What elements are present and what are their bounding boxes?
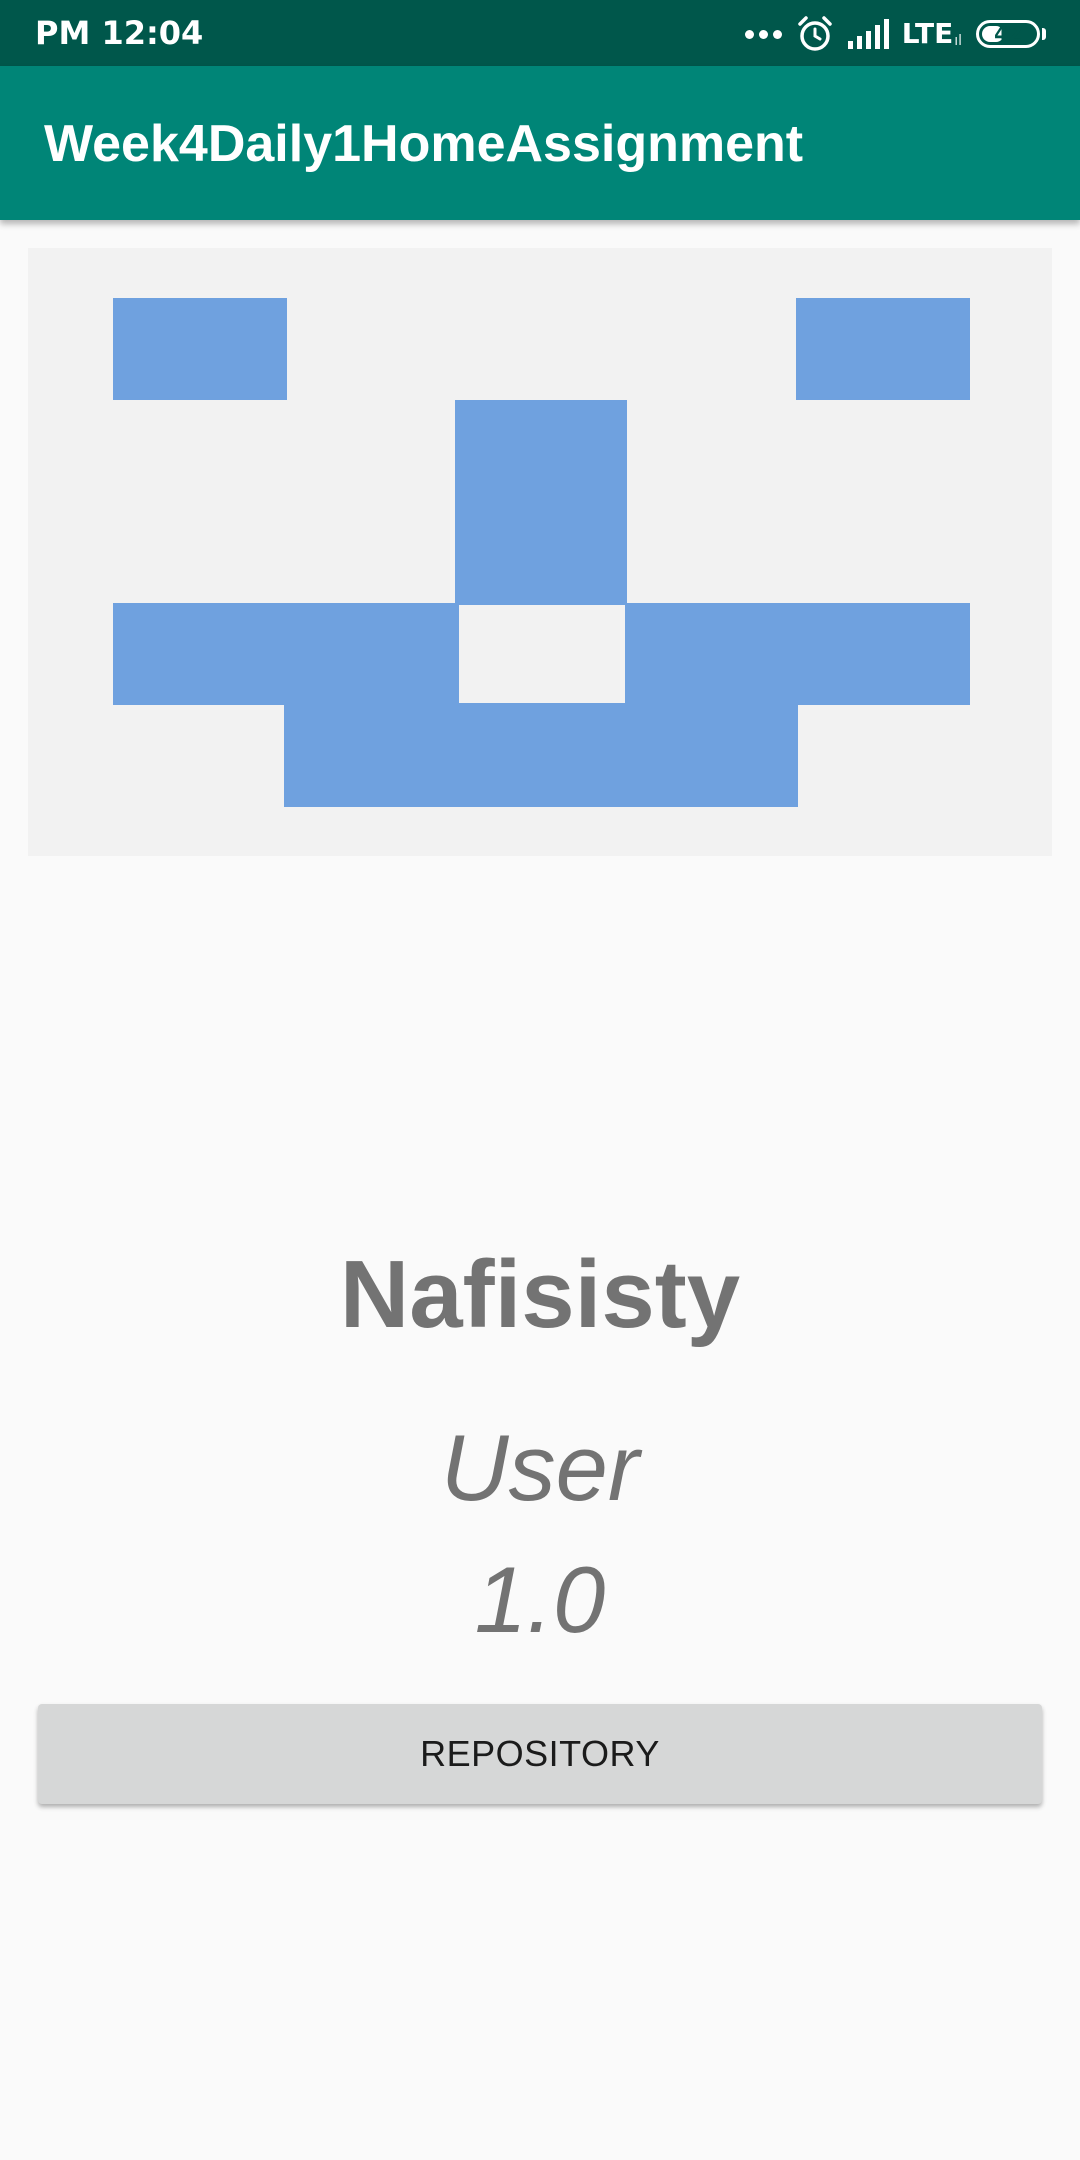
- network-activity: ıl: [954, 33, 962, 49]
- app-title: Week4Daily1HomeAssignment: [44, 115, 804, 173]
- status-time: PM 12:04: [35, 14, 204, 52]
- app-bar: Week4Daily1HomeAssignment: [0, 66, 1080, 220]
- identicon-block: [455, 400, 627, 604]
- battery-icon: 42: [976, 20, 1040, 48]
- repository-button[interactable]: REPOSITORY: [38, 1704, 1042, 1804]
- user-score: 1.0: [474, 1547, 606, 1652]
- user-type: User: [440, 1415, 640, 1520]
- signal-icon: [847, 19, 889, 49]
- identicon-block: [113, 298, 287, 400]
- username: Nafisisty: [339, 1241, 741, 1348]
- status-bar: PM 12:04 LTE ıl 42: [0, 0, 1080, 66]
- identicon-gap: [459, 605, 625, 703]
- network-type: LTE: [901, 17, 954, 50]
- battery-level: 42: [994, 22, 1022, 46]
- battery-tip: [1042, 28, 1046, 40]
- identicon-block: [284, 704, 798, 807]
- user-avatar: [28, 248, 1052, 856]
- alarm-icon: [798, 16, 832, 51]
- identicon-block: [796, 298, 970, 400]
- more-dots-icon: [744, 29, 782, 39]
- status-icons: LTE ıl 42: [744, 12, 1046, 56]
